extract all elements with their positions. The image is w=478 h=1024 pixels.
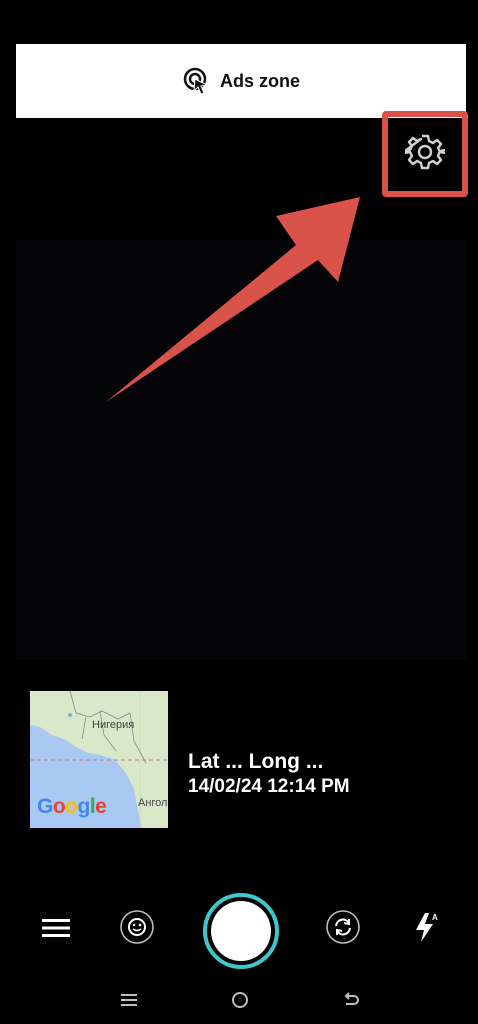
camera-preview[interactable] <box>16 240 466 660</box>
svg-text:A: A <box>432 913 438 922</box>
datetime-text: 14/02/24 12:14 PM <box>188 776 350 797</box>
menu-button[interactable] <box>38 914 74 946</box>
flash-button[interactable]: A <box>408 909 444 949</box>
switch-camera-button[interactable] <box>323 909 363 949</box>
gear-icon <box>403 132 447 177</box>
home-button[interactable] <box>230 990 250 1015</box>
shutter-button[interactable] <box>203 893 279 969</box>
location-info: Lat ... Long ... 14/02/24 12:14 PM <box>188 749 350 799</box>
face-filter-button[interactable] <box>117 909 157 949</box>
map-label-nigeria: Нигерия <box>92 719 135 731</box>
google-logo: Google <box>37 795 107 818</box>
flash-auto-icon: A <box>411 909 441 950</box>
map-label-angola: Ангол <box>138 797 168 809</box>
face-filter-icon <box>119 909 155 950</box>
menu-icon <box>42 917 70 944</box>
map-thumbnail[interactable]: Нигерия Ангол Google <box>30 691 168 828</box>
system-navigation-bar <box>0 980 478 1024</box>
back-button[interactable] <box>341 990 361 1015</box>
ads-label: Ads zone <box>219 70 300 91</box>
switch-camera-icon <box>325 909 361 950</box>
tap-cursor-icon <box>182 66 212 96</box>
ads-banner[interactable]: Ads zone <box>16 44 466 118</box>
shutter-inner <box>211 901 271 961</box>
recents-button[interactable] <box>119 990 139 1015</box>
lat-long-text: Lat ... Long ... <box>188 750 324 773</box>
settings-button[interactable] <box>396 125 454 183</box>
